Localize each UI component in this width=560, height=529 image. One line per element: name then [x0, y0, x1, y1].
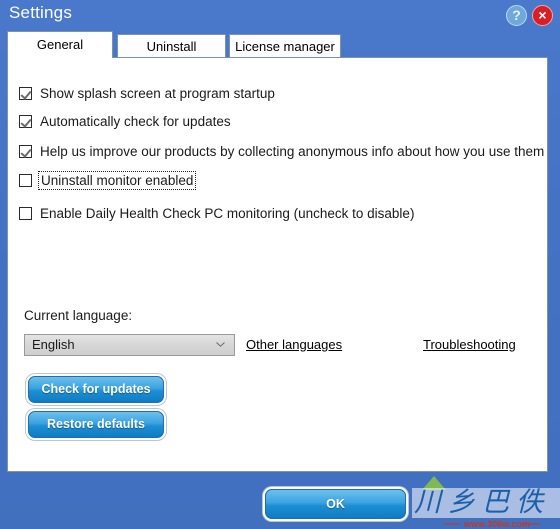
title-bar: Settings ? × — [0, 0, 560, 30]
tab-general-label: General — [36, 37, 84, 52]
troubleshooting-link[interactable]: Troubleshooting — [423, 337, 516, 352]
current-language-label: Current language: — [24, 308, 133, 323]
option-auto-check-updates-label: Automatically check for updates — [40, 113, 231, 129]
tab-uninstall-label: Uninstall — [146, 39, 197, 54]
option-uninstall-monitor-label: Uninstall monitor enabled — [37, 170, 197, 190]
svg-text:乡: 乡 — [448, 487, 475, 517]
window-title: Settings — [9, 3, 73, 22]
tab-uninstall[interactable]: Uninstall — [117, 34, 226, 58]
checkbox-auto-check-updates[interactable] — [19, 114, 32, 128]
general-tab-panel: Show splash screen at program startup Au… — [7, 57, 548, 472]
option-help-us-improve-label: Help us improve our products by collecti… — [40, 143, 545, 159]
option-show-splash-screen[interactable]: Show splash screen at program startup — [19, 83, 275, 103]
close-icon[interactable]: × — [532, 5, 553, 26]
language-dropdown[interactable]: English — [24, 334, 235, 356]
ok-button[interactable]: OK — [265, 489, 406, 519]
close-x-glyph: × — [538, 7, 547, 23]
checkbox-daily-health-check[interactable] — [19, 206, 32, 220]
option-daily-health-check[interactable]: Enable Daily Health Check PC monitoring … — [19, 203, 414, 223]
language-dropdown-value: English — [32, 337, 75, 352]
settings-window: Settings ? × General Uninstall License m… — [0, 0, 560, 529]
other-languages-link[interactable]: Other languages — [246, 337, 342, 352]
checkbox-show-splash-screen[interactable] — [19, 86, 32, 100]
tab-license-manager-label: License manager — [235, 39, 335, 54]
help-icon[interactable]: ? — [506, 5, 527, 26]
svg-text:www.306w.com: www.306w.com — [463, 519, 530, 529]
check-for-updates-button[interactable]: Check for updates — [28, 376, 164, 403]
svg-text:巴: 巴 — [482, 487, 511, 517]
site-watermark: 川 乡 巴 佚 www.306w.com — [412, 466, 560, 529]
svg-text:佚: 佚 — [516, 487, 545, 517]
option-daily-health-check-label: Enable Daily Health Check PC monitoring … — [40, 205, 415, 221]
option-help-us-improve[interactable]: Help us improve our products by collecti… — [19, 141, 544, 161]
option-uninstall-monitor[interactable]: Uninstall monitor enabled — [19, 170, 197, 190]
tab-license-manager[interactable]: License manager — [229, 34, 341, 58]
svg-text:川: 川 — [414, 487, 444, 517]
chevron-down-icon — [216, 342, 225, 347]
tab-general[interactable]: General — [7, 31, 113, 58]
checkbox-help-us-improve[interactable] — [19, 144, 32, 158]
help-question-glyph: ? — [512, 7, 521, 23]
option-auto-check-updates[interactable]: Automatically check for updates — [19, 111, 231, 131]
restore-defaults-button[interactable]: Restore defaults — [28, 411, 164, 438]
option-show-splash-screen-label: Show splash screen at program startup — [40, 85, 275, 101]
checkbox-uninstall-monitor[interactable] — [19, 173, 32, 187]
